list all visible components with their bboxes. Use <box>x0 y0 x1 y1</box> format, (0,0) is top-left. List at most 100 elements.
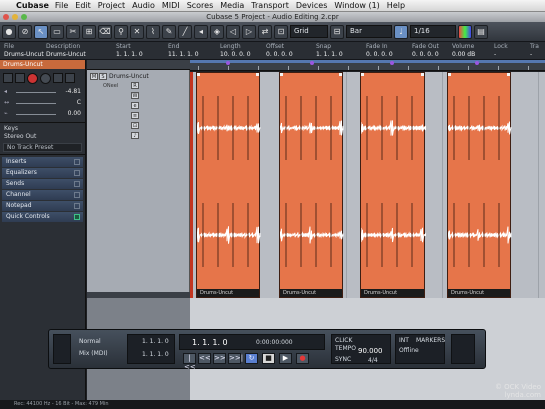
track-write-button[interactable]: W <box>131 92 139 99</box>
output-routing[interactable]: Stereo Out <box>0 133 85 141</box>
play-tool-icon[interactable]: ◂ <box>194 24 208 39</box>
line-tool-icon[interactable]: ╱ <box>178 24 192 39</box>
track-edit-button[interactable]: e <box>131 102 139 109</box>
color-tool-icon[interactable]: ◈ <box>210 24 224 39</box>
track-solo-button[interactable]: S <box>99 73 107 80</box>
marker-dot[interactable] <box>226 61 230 65</box>
event-handle[interactable] <box>448 73 451 76</box>
write-automation-button[interactable] <box>65 73 75 83</box>
section-bypass-icon[interactable] <box>74 159 80 165</box>
activate-project-button[interactable]: ● <box>2 24 16 39</box>
menu-audio[interactable]: Audio <box>132 1 155 10</box>
draw-tool-icon[interactable]: ✎ <box>162 24 176 39</box>
input-routing[interactable]: Keys <box>0 125 85 133</box>
color-palette-icon[interactable] <box>458 24 472 39</box>
inspector-section[interactable]: Quick Controls <box>2 212 83 222</box>
zoom-window-icon[interactable] <box>21 14 27 20</box>
event-handle[interactable] <box>197 73 200 76</box>
infoline-value[interactable]: 10. 0. 0. 0 <box>220 51 251 59</box>
goto-end-button[interactable]: >>| <box>228 353 243 364</box>
event-handle[interactable] <box>361 73 364 76</box>
infoline-value[interactable]: 1. 1. 1. 0 <box>116 51 143 59</box>
zoom-tool-icon[interactable]: ⚲ <box>114 24 128 39</box>
inspector-track-name[interactable]: Drums-Uncut <box>0 60 85 69</box>
section-bypass-icon[interactable] <box>74 192 80 198</box>
locator-range-bar[interactable] <box>190 60 545 63</box>
menu-transport[interactable]: Transport <box>251 1 289 10</box>
inspector-section[interactable]: Equalizers <box>2 168 83 178</box>
section-bypass-icon[interactable] <box>74 203 80 209</box>
snap-on-icon[interactable]: ⊡ <box>274 24 288 39</box>
record-enable-button[interactable] <box>27 72 38 84</box>
minimize-window-icon[interactable] <box>12 14 18 20</box>
menu-scores[interactable]: Scores <box>187 1 214 10</box>
infoline-value[interactable]: - <box>494 51 508 59</box>
volume-value[interactable]: -4.81 <box>65 88 81 95</box>
sync-toggle[interactable]: SYNC <box>335 356 351 363</box>
infoline-value[interactable]: 0.00 dB <box>452 51 475 59</box>
section-bypass-icon[interactable] <box>74 170 80 176</box>
window-layout-icon[interactable]: ▤ <box>474 24 488 39</box>
menu-app-cubase[interactable]: Cubase <box>16 1 49 10</box>
erase-tool-icon[interactable]: ⌫ <box>98 24 112 39</box>
track-lock-icon[interactable]: ⊡ <box>131 122 139 129</box>
menu-media[interactable]: Media <box>220 1 244 10</box>
marker-dot[interactable] <box>390 61 394 65</box>
audio-track[interactable]: M S Drums-Uncut ONeel R W e ≡ ⊡ ♪ <box>87 70 190 298</box>
infoline-value[interactable]: 0. 0. 0. 0 <box>266 51 293 59</box>
infoline-value[interactable]: 0. 0. 0. 0 <box>412 51 439 59</box>
glue-tool-icon[interactable]: ⊞ <box>82 24 96 39</box>
section-bypass-icon[interactable] <box>74 181 80 187</box>
mix-mode-label[interactable]: Mix (MDI) <box>79 350 108 357</box>
cycle-button[interactable]: ↻ <box>245 353 258 364</box>
event-handle[interactable] <box>421 73 424 76</box>
menu-help[interactable]: Help <box>387 1 405 10</box>
infoline-value[interactable]: - <box>530 51 539 59</box>
event-display[interactable]: Drums-Uncut Drums-Uncut Drums-Uncut Drums-U… <box>190 72 545 298</box>
menu-window[interactable]: Window (1) <box>334 1 379 10</box>
quantize-icon[interactable]: ♩ <box>394 24 408 39</box>
stop-button[interactable]: ■ <box>262 353 275 364</box>
infoline-value[interactable]: 0. 0. 0. 0 <box>366 51 393 59</box>
audio-event[interactable]: Drums-Uncut <box>196 72 261 298</box>
snap-icon[interactable]: ⊟ <box>330 24 344 39</box>
mute-tool-icon[interactable]: ✕ <box>130 24 144 39</box>
track-preset-field[interactable]: No Track Preset <box>3 143 82 152</box>
event-handle[interactable] <box>280 73 283 76</box>
monitor-button[interactable] <box>40 72 51 84</box>
infoline-value[interactable]: 1. 1. 1. 0 <box>316 51 343 59</box>
menu-file[interactable]: File <box>55 1 68 10</box>
project-cursor[interactable] <box>190 72 193 298</box>
infoline-value[interactable]: Drums-Uncut <box>46 51 86 59</box>
menu-project[interactable]: Project <box>98 1 125 10</box>
grid-type-select[interactable]: Grid <box>290 25 328 38</box>
infoline-value[interactable]: Drums-Uncut <box>4 51 44 59</box>
mute-button[interactable] <box>3 73 13 83</box>
play-button[interactable]: ▶ <box>279 353 292 364</box>
event-handle[interactable] <box>339 73 342 76</box>
inspector-section[interactable]: Channel <box>2 190 83 200</box>
track-timebase-icon[interactable]: ♪ <box>131 132 139 139</box>
close-window-icon[interactable] <box>3 14 9 20</box>
range-selection-tool-icon[interactable]: ▭ <box>50 24 64 39</box>
nudge-left-icon[interactable]: ◁ <box>226 24 240 39</box>
track-lane-icon[interactable]: ≡ <box>131 112 139 119</box>
left-locator[interactable]: 1. 1. 1. 0 <box>142 338 169 345</box>
fast-forward-button[interactable]: >> <box>213 353 226 364</box>
menu-midi[interactable]: MIDI <box>162 1 180 10</box>
primary-position[interactable]: 1. 1. 1. 0 <box>192 338 228 347</box>
inspector-section[interactable]: Sends <box>2 179 83 189</box>
marker-dot[interactable] <box>310 61 314 65</box>
auto-scroll-icon[interactable]: ⇄ <box>258 24 272 39</box>
menu-edit[interactable]: Edit <box>75 1 91 10</box>
split-tool-icon[interactable]: ✂ <box>66 24 80 39</box>
event-handle[interactable] <box>256 73 259 76</box>
track-name[interactable]: Drums-Uncut <box>109 73 149 80</box>
rewind-button[interactable]: << <box>198 353 211 364</box>
timeline-ruler[interactable] <box>190 60 545 71</box>
section-bypass-icon[interactable] <box>74 214 80 220</box>
time-warp-tool-icon[interactable]: ⌇ <box>146 24 160 39</box>
audio-event[interactable]: Drums-Uncut <box>447 72 512 298</box>
goto-start-button[interactable]: |<< <box>183 353 196 371</box>
object-selection-tool-icon[interactable]: ↖ <box>34 24 48 39</box>
